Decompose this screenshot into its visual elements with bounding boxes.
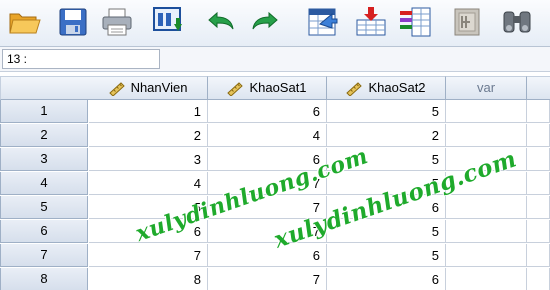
data-cell[interactable]: 6 (89, 220, 208, 243)
column-header-label: var (476, 80, 496, 95)
data-cell[interactable]: 5 (327, 244, 446, 267)
insert-cases-button[interactable] (352, 4, 390, 40)
data-grid: NhanVien KhaoSat1 KhaoSat2 var 116522423… (0, 76, 550, 290)
column-header-var[interactable]: var (446, 76, 527, 100)
data-cell[interactable] (527, 172, 550, 195)
data-cell[interactable] (446, 196, 527, 219)
print-icon (102, 8, 132, 36)
data-cell[interactable] (446, 148, 527, 171)
data-cell[interactable] (527, 100, 550, 123)
save-icon (59, 8, 87, 36)
recall-dialog-button[interactable] (150, 4, 188, 40)
split-file-icon (454, 8, 480, 36)
goto-case-button[interactable] (304, 4, 342, 40)
data-cell[interactable]: 1 (89, 100, 208, 123)
find-icon (503, 11, 531, 33)
print-button[interactable] (98, 4, 136, 40)
open-folder-icon (9, 13, 41, 34)
undo-button[interactable] (202, 4, 240, 40)
data-cell[interactable]: 8 (89, 268, 208, 290)
data-cell[interactable] (527, 220, 550, 243)
cell-contents-field[interactable] (160, 49, 548, 67)
grid-corner[interactable] (0, 76, 90, 100)
data-cell[interactable] (446, 172, 527, 195)
cell-reference-bar: 13 : (0, 47, 550, 72)
row-number[interactable]: 7 (0, 244, 88, 267)
table-row: 7765 (0, 244, 550, 268)
row-number[interactable]: 1 (0, 100, 88, 123)
data-cell[interactable]: 6 (208, 148, 327, 171)
cell-reference-field[interactable]: 13 : (2, 49, 160, 69)
find-button[interactable] (498, 4, 536, 40)
data-cell[interactable] (527, 196, 550, 219)
scale-ruler-icon (108, 81, 125, 96)
data-cell[interactable]: 7 (208, 268, 327, 290)
data-cell[interactable] (446, 100, 527, 123)
undo-icon (208, 11, 234, 30)
column-header-nhanvien[interactable]: NhanVien (89, 76, 208, 100)
data-cell[interactable]: 4 (208, 124, 327, 147)
data-cell[interactable]: 5 (327, 172, 446, 195)
variables-icon (400, 7, 431, 37)
open-folder-button[interactable] (6, 4, 44, 40)
scale-ruler-icon (346, 81, 363, 96)
column-header-row: NhanVien KhaoSat1 KhaoSat2 var (0, 76, 550, 100)
table-row: 3365 (0, 148, 550, 172)
data-cell[interactable]: 5 (327, 100, 446, 123)
data-cell[interactable] (527, 268, 550, 290)
column-header-label: NhanVien (130, 80, 188, 95)
data-cell[interactable] (527, 124, 550, 147)
data-cell[interactable] (446, 268, 527, 290)
insert-cases-icon (356, 7, 386, 36)
data-cell[interactable]: 3 (89, 148, 208, 171)
data-cell[interactable] (527, 244, 550, 267)
data-cell[interactable]: 7 (208, 172, 327, 195)
data-cell[interactable]: 6 (208, 100, 327, 123)
column-header-label: KhaoSat2 (368, 80, 426, 95)
data-cell[interactable]: 2 (89, 124, 208, 147)
toolbar (0, 0, 550, 47)
row-number[interactable]: 2 (0, 124, 88, 147)
row-number[interactable]: 4 (0, 172, 88, 195)
data-cell[interactable]: 5 (89, 196, 208, 219)
data-cell[interactable]: 6 (208, 244, 327, 267)
data-cell[interactable]: 4 (89, 172, 208, 195)
column-header-var-next[interactable] (527, 76, 550, 100)
data-cell[interactable]: 7 (208, 196, 327, 219)
data-cell[interactable]: 7 (89, 244, 208, 267)
data-cell[interactable] (446, 244, 527, 267)
data-cell[interactable]: 2 (327, 124, 446, 147)
variables-button[interactable] (396, 4, 434, 40)
table-row: 6675 (0, 220, 550, 244)
column-header-label: KhaoSat1 (249, 80, 307, 95)
column-header-khaosat1[interactable]: KhaoSat1 (208, 76, 327, 100)
data-cell[interactable]: 6 (327, 196, 446, 219)
data-cell[interactable] (446, 220, 527, 243)
redo-button[interactable] (246, 4, 284, 40)
data-cell[interactable] (446, 124, 527, 147)
save-button[interactable] (54, 4, 92, 40)
row-number[interactable]: 5 (0, 196, 88, 219)
table-row: 1165 (0, 100, 550, 124)
row-number[interactable]: 6 (0, 220, 88, 243)
redo-icon (252, 11, 278, 30)
goto-case-icon (308, 8, 338, 36)
table-row: 4475 (0, 172, 550, 196)
split-file-button[interactable] (448, 4, 486, 40)
data-cell[interactable]: 5 (327, 220, 446, 243)
scale-ruler-icon (227, 81, 244, 96)
data-cell[interactable]: 5 (327, 148, 446, 171)
data-cell[interactable] (527, 148, 550, 171)
table-row: 8876 (0, 268, 550, 290)
row-number[interactable]: 3 (0, 148, 88, 171)
data-cell[interactable]: 6 (327, 268, 446, 290)
column-header-khaosat2[interactable]: KhaoSat2 (327, 76, 446, 100)
recall-dialog-icon (153, 7, 182, 31)
table-row: 5576 (0, 196, 550, 220)
table-row: 2242 (0, 124, 550, 148)
data-cell[interactable]: 7 (208, 220, 327, 243)
row-number[interactable]: 8 (0, 268, 88, 290)
